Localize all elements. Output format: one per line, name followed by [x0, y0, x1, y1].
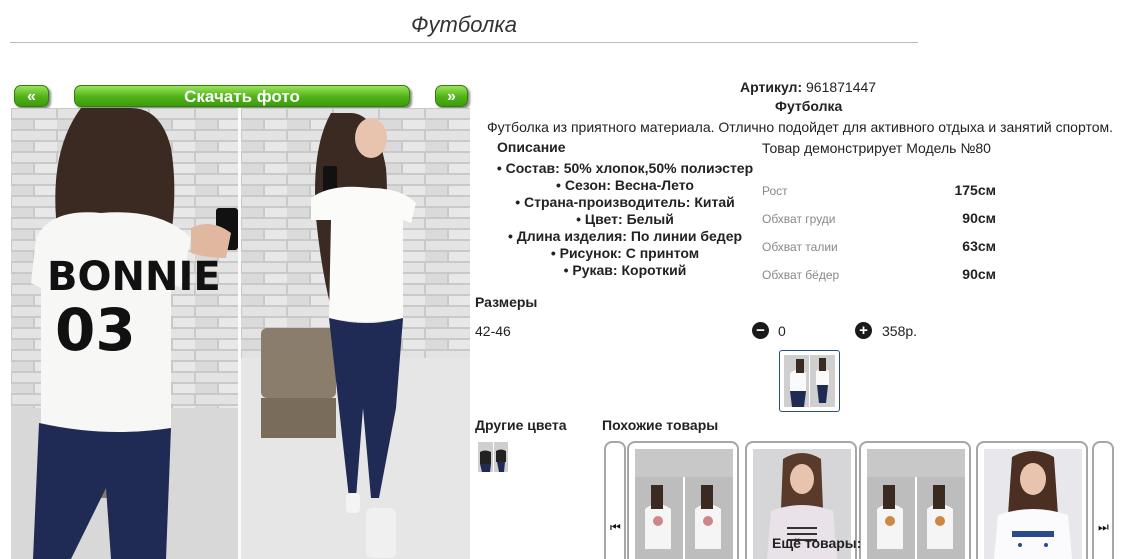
measurement-row: Обхват бёдер 90см [762, 266, 1002, 286]
measurement-value: 90см [962, 210, 996, 226]
measurement-row: Обхват талии 63см [762, 238, 1002, 258]
carousel-item[interactable] [627, 441, 739, 559]
spec-item: Рукав: Короткий [480, 262, 770, 279]
product-name: Футболка [775, 98, 843, 114]
article-label: Артикул: [740, 79, 803, 95]
carousel-item-image [984, 449, 1082, 559]
skip-forward-icon: ⏭ [1098, 520, 1109, 534]
measurement-label: Обхват бёдер [762, 268, 840, 282]
price-value: 358р. [882, 323, 918, 339]
measurement-row: Рост 175см [762, 182, 1002, 202]
plus-icon[interactable]: + [855, 322, 872, 339]
download-photo-button[interactable]: Скачать фото [74, 85, 410, 107]
spec-item: Сезон: Весна-Лето [480, 177, 770, 194]
other-color-image [478, 442, 508, 472]
model-info: Товар демонстрирует Модель №80 [762, 140, 991, 156]
prev-photo-button[interactable]: « [14, 85, 49, 107]
page-title: Футболка [411, 12, 517, 37]
product-description: Футболка из приятного материала. Отлично… [487, 119, 1114, 135]
spec-item: Цвет: Белый [480, 211, 770, 228]
measurement-label: Рост [762, 184, 788, 198]
product-photo: BONNIE 03 [11, 108, 470, 559]
skip-back-icon: ⏮ [610, 520, 621, 534]
other-colors-heading: Другие цвета [475, 417, 567, 433]
selected-photo-thumbnail[interactable] [779, 350, 840, 412]
photo-print-line1: BONNIE [47, 254, 221, 300]
carousel-item[interactable] [859, 441, 971, 559]
title-divider [10, 42, 918, 43]
carousel-item-image [867, 449, 965, 559]
thumbnail-image [784, 355, 835, 407]
measurement-row: Обхват груди 90см [762, 210, 1002, 230]
spec-item: Состав: 50% хлопок,50% полиэстер [480, 160, 770, 177]
more-items-heading: Ещё товары: [772, 535, 862, 551]
other-color-thumbnail[interactable] [478, 442, 508, 472]
spec-item: Длина изделия: По линии бедер [480, 228, 770, 245]
carousel-item-image [635, 449, 733, 559]
product-photo-image: BONNIE 03 [11, 108, 470, 559]
measurement-label: Обхват груди [762, 212, 836, 226]
description-heading: Описание [497, 139, 566, 155]
article-value: 961871447 [806, 79, 877, 95]
article-number: Артикул: 961871447 [740, 79, 876, 95]
measurement-value: 175см [954, 182, 996, 198]
carousel-item[interactable] [976, 441, 1088, 559]
sizes-heading: Размеры [475, 294, 538, 310]
measurement-value: 63см [962, 238, 996, 254]
minus-icon[interactable]: − [752, 322, 769, 339]
quantity-value: 0 [778, 323, 786, 339]
spec-item: Страна-производитель: Китай [480, 194, 770, 211]
photo-print-line2: 03 [55, 296, 136, 364]
similar-products-heading: Похожие товары [602, 417, 719, 433]
measurement-value: 90см [962, 266, 996, 282]
carousel-prev-button[interactable]: ⏮ [604, 441, 626, 559]
spec-item: Рисунок: С принтом [480, 245, 770, 262]
measurement-label: Обхват талии [762, 240, 838, 254]
next-photo-button[interactable]: » [435, 85, 468, 107]
carousel-next-button[interactable]: ⏭ [1092, 441, 1114, 559]
size-value: 42-46 [475, 323, 511, 339]
spec-list: Состав: 50% хлопок,50% полиэстер Сезон: … [480, 160, 770, 279]
